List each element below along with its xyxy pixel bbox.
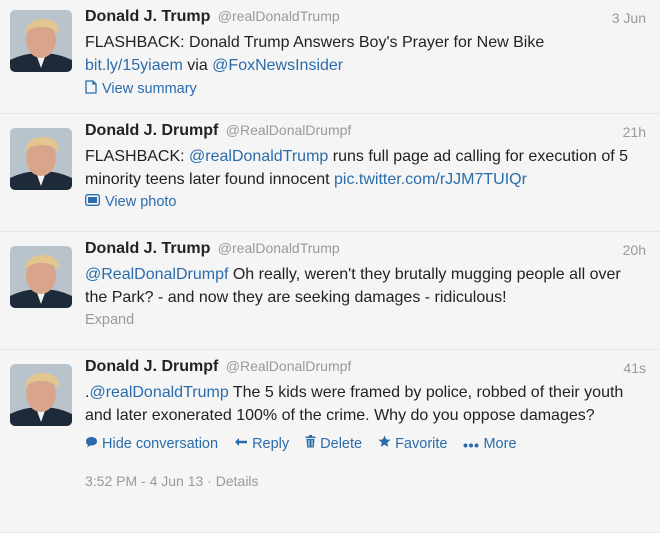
tweet-text: FLASHBACK: @realDonaldTrump runs full pa… (85, 145, 646, 191)
avatar[interactable] (10, 246, 72, 308)
mention-link[interactable]: @FoxNewsInsider (212, 57, 343, 74)
tweet-text: .@realDonaldTrump The 5 kids were framed… (85, 381, 646, 427)
author-handle[interactable]: @realDonaldTrump (218, 240, 340, 256)
tweet-header: Donald J. Drumpf @RealDonalDrumpf 21h (85, 122, 646, 144)
mention-link[interactable]: @RealDonalDrumpf (85, 266, 228, 283)
delete-button[interactable]: Delete (305, 435, 362, 452)
tweet-body: Donald J. Trump @realDonaldTrump 20h @Re… (85, 240, 646, 328)
view-summary-label: View summary (102, 81, 197, 97)
meta-separator: · (203, 473, 216, 489)
tweet-text: @RealDonalDrumpf Oh really, weren't they… (85, 263, 646, 309)
mention-link[interactable]: @realDonaldTrump (89, 384, 228, 401)
tweet-body: Donald J. Drumpf @RealDonalDrumpf 21h FL… (85, 122, 646, 210)
tweet-header: Donald J. Trump @realDonaldTrump 3 Jun (85, 8, 646, 30)
tweet[interactable]: Donald J. Trump @realDonaldTrump 20h @Re… (0, 232, 660, 350)
speech-bubble-icon (85, 436, 98, 452)
tweet-actions: Hide conversation Reply Delete Favorite … (85, 435, 646, 452)
tweet-time[interactable]: 20h (623, 242, 646, 258)
tweet-text-segment: FLASHBACK: Donald Trump Answers Boy's Pr… (85, 34, 545, 51)
star-icon (378, 435, 391, 452)
favorite-label: Favorite (395, 435, 448, 452)
tweet-meta: 3:52 PM - 4 Jun 13 · Details (85, 473, 646, 489)
author-handle[interactable]: @RealDonalDrumpf (226, 358, 351, 374)
timeline: Donald J. Trump @realDonaldTrump 3 Jun F… (0, 0, 660, 533)
avatar[interactable] (10, 128, 72, 190)
tweet-time[interactable]: 41s (623, 360, 646, 376)
tweet-link[interactable]: bit.ly/15yiaem (85, 57, 183, 74)
details-link[interactable]: Details (216, 473, 259, 489)
reply-label: Reply (252, 435, 290, 452)
avatar[interactable] (10, 364, 72, 426)
hide-conversation-button[interactable]: Hide conversation (85, 436, 218, 452)
expand-button[interactable]: Expand (85, 312, 646, 328)
favorite-button[interactable]: Favorite (378, 435, 447, 452)
tweet[interactable]: Donald J. Drumpf @RealDonalDrumpf 21h FL… (0, 114, 660, 232)
photo-link[interactable]: pic.twitter.com/rJJM7TUIQr (334, 171, 527, 188)
view-summary-button[interactable]: View summary (85, 80, 646, 98)
tweet-body: Donald J. Drumpf @RealDonalDrumpf 41s .@… (85, 358, 646, 489)
tweet-timestamp[interactable]: 3:52 PM - 4 Jun 13 (85, 473, 203, 489)
mention-link[interactable]: @realDonaldTrump (189, 148, 328, 165)
author-name[interactable]: Donald J. Drumpf (85, 358, 218, 375)
tweet-header: Donald J. Trump @realDonaldTrump 20h (85, 240, 646, 262)
avatar[interactable] (10, 10, 72, 72)
author-name[interactable]: Donald J. Trump (85, 240, 210, 257)
document-icon (85, 80, 97, 98)
tweet-text-segment: via (182, 57, 213, 74)
hide-conversation-label: Hide conversation (102, 435, 219, 452)
tweet-body: Donald J. Trump @realDonaldTrump 3 Jun F… (85, 8, 646, 98)
author-handle[interactable]: @realDonaldTrump (218, 8, 340, 24)
trash-icon (305, 435, 316, 452)
delete-label: Delete (320, 435, 363, 452)
tweet-time[interactable]: 3 Jun (612, 10, 646, 26)
tweet-text: FLASHBACK: Donald Trump Answers Boy's Pr… (85, 31, 646, 77)
tweet-text-segment: FLASHBACK: (85, 148, 190, 165)
more-button[interactable]: More (463, 435, 517, 452)
more-dots-icon (463, 436, 479, 452)
tweet[interactable]: Donald J. Drumpf @RealDonalDrumpf 41s .@… (0, 350, 660, 533)
reply-arrow-icon (234, 436, 248, 452)
reply-button[interactable]: Reply (234, 436, 289, 452)
more-label: More (483, 435, 517, 452)
author-name[interactable]: Donald J. Trump (85, 8, 210, 25)
photo-icon (85, 194, 100, 210)
tweet-time[interactable]: 21h (623, 124, 646, 140)
author-name[interactable]: Donald J. Drumpf (85, 122, 218, 139)
view-photo-label: View photo (105, 194, 177, 210)
tweet[interactable]: Donald J. Trump @realDonaldTrump 3 Jun F… (0, 0, 660, 114)
tweet-header: Donald J. Drumpf @RealDonalDrumpf 41s (85, 358, 646, 380)
author-handle[interactable]: @RealDonalDrumpf (226, 122, 351, 138)
view-photo-button[interactable]: View photo (85, 194, 646, 210)
